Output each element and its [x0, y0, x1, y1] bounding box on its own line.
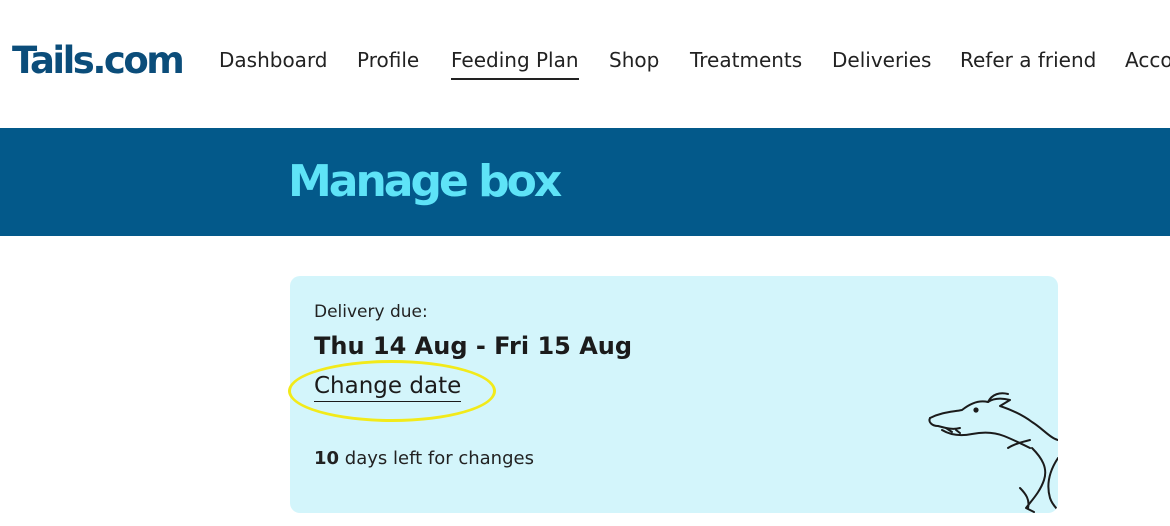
days-left-text: 10 days left for changes	[314, 448, 534, 469]
nav-treatments[interactable]: Treatments	[690, 46, 802, 74]
page-banner: Manage box	[0, 128, 1170, 236]
change-date-link[interactable]: Change date	[314, 372, 462, 402]
days-left-count: 10	[314, 448, 340, 469]
nav-profile[interactable]: Profile	[357, 46, 419, 74]
top-navigation: Tails.com Dashboard Profile Feeding Plan…	[0, 0, 1170, 128]
tails-logo[interactable]: Tails.com	[12, 38, 185, 84]
nav-account[interactable]: Acco	[1125, 46, 1170, 74]
nav-feeding-plan[interactable]: Feeding Plan	[451, 46, 579, 80]
greyhound-illustration-icon	[928, 392, 1058, 513]
days-left-label: days left for changes	[339, 448, 534, 469]
page-title: Manage box	[288, 156, 562, 207]
delivery-card: Delivery due: Thu 14 Aug - Fri 15 Aug Ch…	[290, 276, 1058, 513]
delivery-due-label: Delivery due:	[314, 302, 428, 322]
nav-shop[interactable]: Shop	[609, 46, 659, 74]
delivery-dates: Thu 14 Aug - Fri 15 Aug	[314, 332, 633, 360]
nav-deliveries[interactable]: Deliveries	[832, 46, 931, 74]
nav-refer-a-friend[interactable]: Refer a friend	[960, 46, 1096, 74]
nav-dashboard[interactable]: Dashboard	[219, 46, 328, 74]
